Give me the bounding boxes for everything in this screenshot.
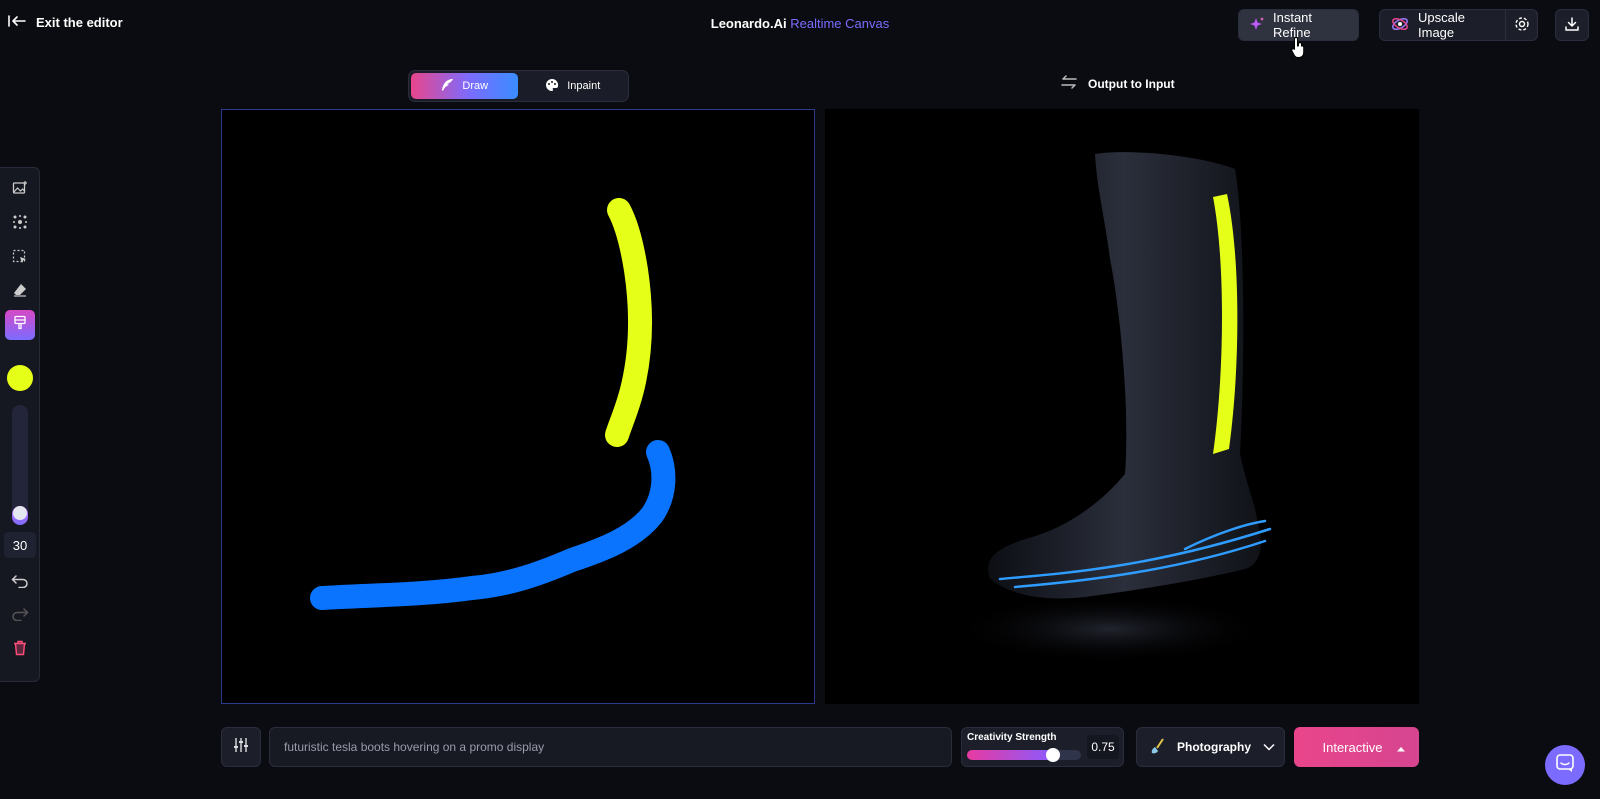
output-to-input-label: Output to Input <box>1088 76 1175 91</box>
redo-icon <box>11 607 29 626</box>
drawing-canvas[interactable] <box>221 109 815 704</box>
chevron-down-icon <box>1263 740 1275 754</box>
generation-settings-button[interactable] <box>221 727 261 767</box>
download-icon <box>1564 16 1580 35</box>
creativity-label: Creativity Strength <box>967 732 1057 743</box>
delete-button[interactable] <box>5 635 35 665</box>
style-label: Photography <box>1177 740 1251 754</box>
page-title: Leonardo.Ai Realtime Canvas <box>0 16 1600 31</box>
hand-cursor-icon <box>1291 36 1307 63</box>
eraser-icon <box>12 282 28 303</box>
settings-button[interactable] <box>1506 9 1538 41</box>
mode-switch: Draw Inpaint <box>408 70 629 102</box>
sliders-icon <box>233 737 249 758</box>
add-image-tool[interactable] <box>5 175 35 205</box>
prompt-field[interactable] <box>269 727 952 767</box>
prompt-input[interactable] <box>282 739 939 755</box>
blue-stroke <box>310 440 676 610</box>
creativity-value[interactable]: 0.75 <box>1087 735 1119 759</box>
inpaint-label: Inpaint <box>567 80 601 92</box>
brand-name: Leonardo.Ai <box>710 16 787 31</box>
upscale-image-label: Upscale Image <box>1418 10 1465 40</box>
select-tool[interactable] <box>5 244 35 274</box>
tab-draw[interactable]: Draw <box>411 73 518 99</box>
interactive-generate-button[interactable]: Interactive <box>1294 727 1419 767</box>
brand-suffix: Realtime Canvas <box>790 16 890 31</box>
camera-icon <box>1149 737 1165 758</box>
brush-size-thumb[interactable] <box>13 505 27 520</box>
chat-bubble-icon <box>1555 753 1575 778</box>
sparkle-icon <box>1249 16 1265 35</box>
instant-refine-label: Instant Refine <box>1273 10 1313 40</box>
tab-inpaint[interactable]: Inpaint <box>520 73 627 99</box>
trash-icon <box>13 640 27 661</box>
caret-up-icon <box>1396 740 1406 755</box>
selection-cursor-icon <box>12 249 28 270</box>
brush-tool[interactable] <box>5 310 35 340</box>
upscale-orbit-icon <box>1390 14 1410 37</box>
draw-label: Draw <box>462 80 489 92</box>
brush-size-value[interactable]: 30 <box>4 532 36 558</box>
undo-icon <box>11 574 29 593</box>
interactive-label: Interactive <box>1322 739 1383 755</box>
swap-arrows-icon <box>1060 75 1078 92</box>
object-detect-tool[interactable] <box>5 209 35 239</box>
output-image <box>825 109 1419 704</box>
feather-icon <box>440 78 454 95</box>
undo-button[interactable] <box>5 568 35 598</box>
grid-dots-icon <box>12 214 28 235</box>
redo-button[interactable] <box>5 601 35 631</box>
brush-size-slider[interactable] <box>12 405 28 525</box>
style-select[interactable]: Photography <box>1136 727 1285 767</box>
creativity-strength-control: Creativity Strength 0.75 <box>961 727 1124 767</box>
image-plus-icon <box>12 180 28 201</box>
yellow-stroke <box>605 198 653 447</box>
creativity-slider[interactable] <box>967 748 1081 762</box>
upscale-image-button[interactable]: Upscale Image <box>1379 9 1506 41</box>
help-chat-button[interactable] <box>1545 745 1585 785</box>
creativity-slider-fill <box>967 750 1053 760</box>
output-to-input-button[interactable]: Output to Input <box>1060 75 1175 92</box>
drawing-toolbar: 30 <box>0 167 40 682</box>
creativity-slider-thumb[interactable] <box>1045 748 1060 762</box>
eraser-tool[interactable] <box>5 277 35 307</box>
palette-icon <box>545 78 559 95</box>
paint-brush-icon <box>12 315 28 336</box>
gear-icon <box>1514 16 1530 35</box>
brush-color-swatch[interactable] <box>7 365 33 391</box>
download-button[interactable] <box>1555 9 1589 41</box>
